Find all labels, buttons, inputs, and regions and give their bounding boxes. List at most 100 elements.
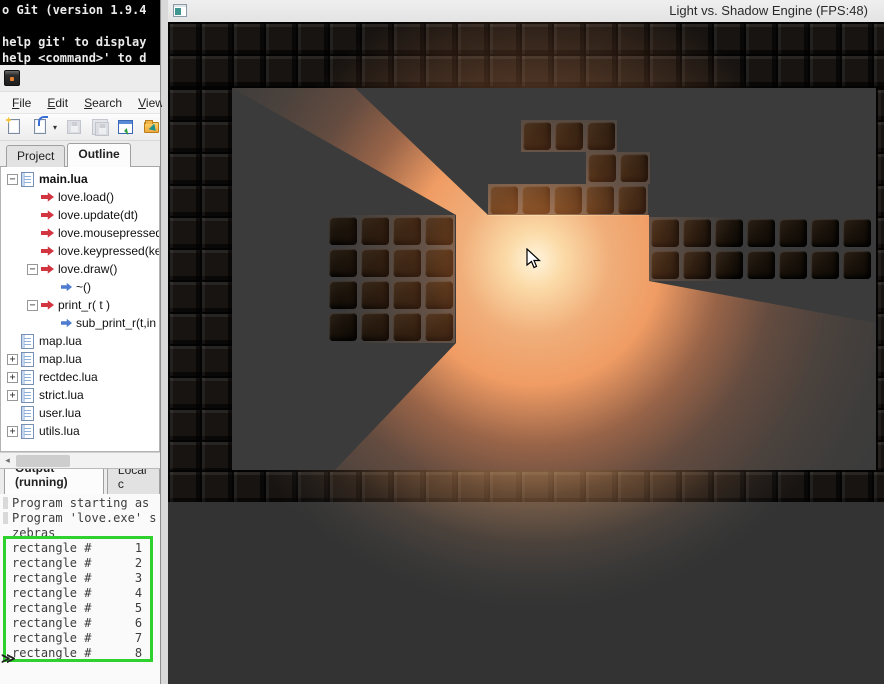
console-line: rectangle # 6 [12, 616, 143, 630]
wall-tile [618, 152, 650, 184]
wall-tile [586, 152, 618, 184]
open-project-folder-icon[interactable] [144, 119, 161, 136]
tree-item-label: strict.lua [39, 388, 84, 402]
tab-outline[interactable]: Outline [67, 143, 131, 167]
console-line: zebras [12, 526, 56, 540]
output-tab-bar: Output (running) Local c [0, 468, 160, 494]
console-marker [3, 512, 8, 524]
menu-bar: File Edit Search View [0, 92, 164, 114]
expand-plus-icon[interactable]: + [7, 389, 18, 401]
tree-item-label: love.update(dt) [58, 208, 139, 222]
wall-tile [649, 217, 681, 249]
tree-item[interactable]: − main.lua [1, 170, 159, 188]
tree-item[interactable]: + utils.lua [1, 422, 159, 440]
function-arrow-icon [41, 264, 54, 274]
top-wall [168, 22, 884, 88]
open-file-icon[interactable] [32, 115, 49, 136]
tree-item[interactable]: love.keypressed(ke [1, 242, 159, 260]
tree-item-label: user.lua [39, 406, 82, 420]
tab-output-running-[interactable]: Output (running) [4, 469, 104, 494]
expand-plus-icon[interactable]: + [7, 353, 18, 365]
tree-item[interactable]: + rectdec.lua [1, 368, 159, 386]
menu-file[interactable]: File [4, 94, 39, 112]
console-line: rectangle # 8 [12, 646, 143, 660]
tree-item[interactable]: − love.draw() [1, 260, 159, 278]
menu-edit[interactable]: Edit [39, 94, 76, 112]
tree-item[interactable]: sub_print_r(t,in [1, 314, 159, 332]
document-icon [21, 171, 34, 187]
wall-tile [359, 279, 391, 311]
wall-tile [809, 217, 841, 249]
wall-tile [391, 247, 423, 279]
wall-tile [327, 247, 359, 279]
scroll-left-icon[interactable]: ◂ [0, 453, 15, 468]
tree-item[interactable]: love.load() [1, 188, 159, 206]
wall-tile [809, 249, 841, 281]
wall-tile [391, 279, 423, 311]
wall-tile [713, 217, 745, 249]
tree-item-label: rectdec.lua [39, 370, 98, 384]
console-output[interactable]: Program starting as Program 'love.exe' sz… [0, 494, 160, 684]
console-line: rectangle # 2 [12, 556, 143, 570]
tree-item[interactable]: user.lua [1, 404, 159, 422]
menu-search[interactable]: Search [76, 94, 130, 112]
wall-tile [681, 249, 713, 281]
tree-item[interactable]: love.update(dt) [1, 206, 159, 224]
tree-item[interactable]: love.mousepressed( [1, 224, 159, 242]
save-icon [66, 119, 83, 136]
function-arrow-icon [41, 300, 54, 310]
expand-plus-icon[interactable]: + [7, 371, 18, 383]
game-titlebar[interactable]: Light vs. Shadow Engine (FPS:48) [168, 0, 884, 22]
tree-item-label: love.draw() [58, 262, 118, 276]
git-terminal: o Git (version 1.9.4 help git' to displa… [0, 0, 160, 65]
wall-tile [713, 249, 745, 281]
tree-item-label: love.load() [58, 190, 115, 204]
tree-item-label: love.mousepressed( [58, 226, 159, 240]
expand-minus-icon[interactable]: − [27, 263, 38, 275]
console-line: rectangle # 7 [12, 631, 143, 645]
tree-item[interactable]: + strict.lua [1, 386, 159, 404]
wall-tile [616, 184, 648, 216]
block-mid [586, 152, 650, 184]
ide-window: o Git (version 1.9.4 help git' to displa… [0, 0, 164, 684]
tree-item[interactable]: + map.lua [1, 350, 159, 368]
wall-tile [585, 120, 617, 152]
game-app-icon [173, 4, 187, 17]
function-arrow-icon [41, 210, 54, 220]
horizontal-scrollbar[interactable]: ◂ [0, 452, 160, 468]
game-canvas[interactable] [168, 22, 884, 684]
wall-tile [841, 217, 873, 249]
wall-tile [391, 215, 423, 247]
expand-plus-icon[interactable]: + [7, 425, 18, 437]
tree-item[interactable]: ~() [1, 278, 159, 296]
document-icon [21, 387, 34, 403]
game-window[interactable]: Light vs. Shadow Engine (FPS:48) [168, 0, 884, 684]
tree-item[interactable]: − print_r( t ) [1, 296, 159, 314]
wall-tile [649, 249, 681, 281]
wall-tile [553, 120, 585, 152]
tree-item[interactable]: map.lua [1, 332, 159, 350]
app-icon [4, 70, 20, 86]
new-file-icon[interactable] [6, 118, 23, 136]
block-right [649, 217, 873, 281]
save-all-icon [92, 118, 110, 136]
expand-minus-icon[interactable]: − [27, 299, 38, 311]
scrollbar-thumb[interactable] [16, 455, 70, 467]
block-top-row [521, 120, 617, 152]
tab-local-c[interactable]: Local c [106, 469, 160, 494]
wall-tile [423, 215, 455, 247]
tree-item-label: main.lua [39, 172, 88, 186]
wall-tile [423, 247, 455, 279]
open-dropdown-icon[interactable]: ▾ [53, 123, 57, 132]
tree-item-label: ~() [76, 280, 91, 294]
expand-minus-icon[interactable]: − [7, 173, 18, 185]
console-line: rectangle # 4 [12, 586, 143, 600]
function-arrow-icon [41, 192, 54, 202]
outline-tree: − main.lua love.load() love.update(dt) love.… [0, 167, 160, 452]
wall-tile [841, 249, 873, 281]
game-title: Light vs. Shadow Engine (FPS:48) [669, 3, 868, 18]
local-function-arrow-icon [61, 318, 72, 328]
refresh-project-icon[interactable] [118, 119, 135, 136]
ide-titlebar[interactable] [0, 65, 160, 92]
tab-project[interactable]: Project [6, 145, 66, 167]
